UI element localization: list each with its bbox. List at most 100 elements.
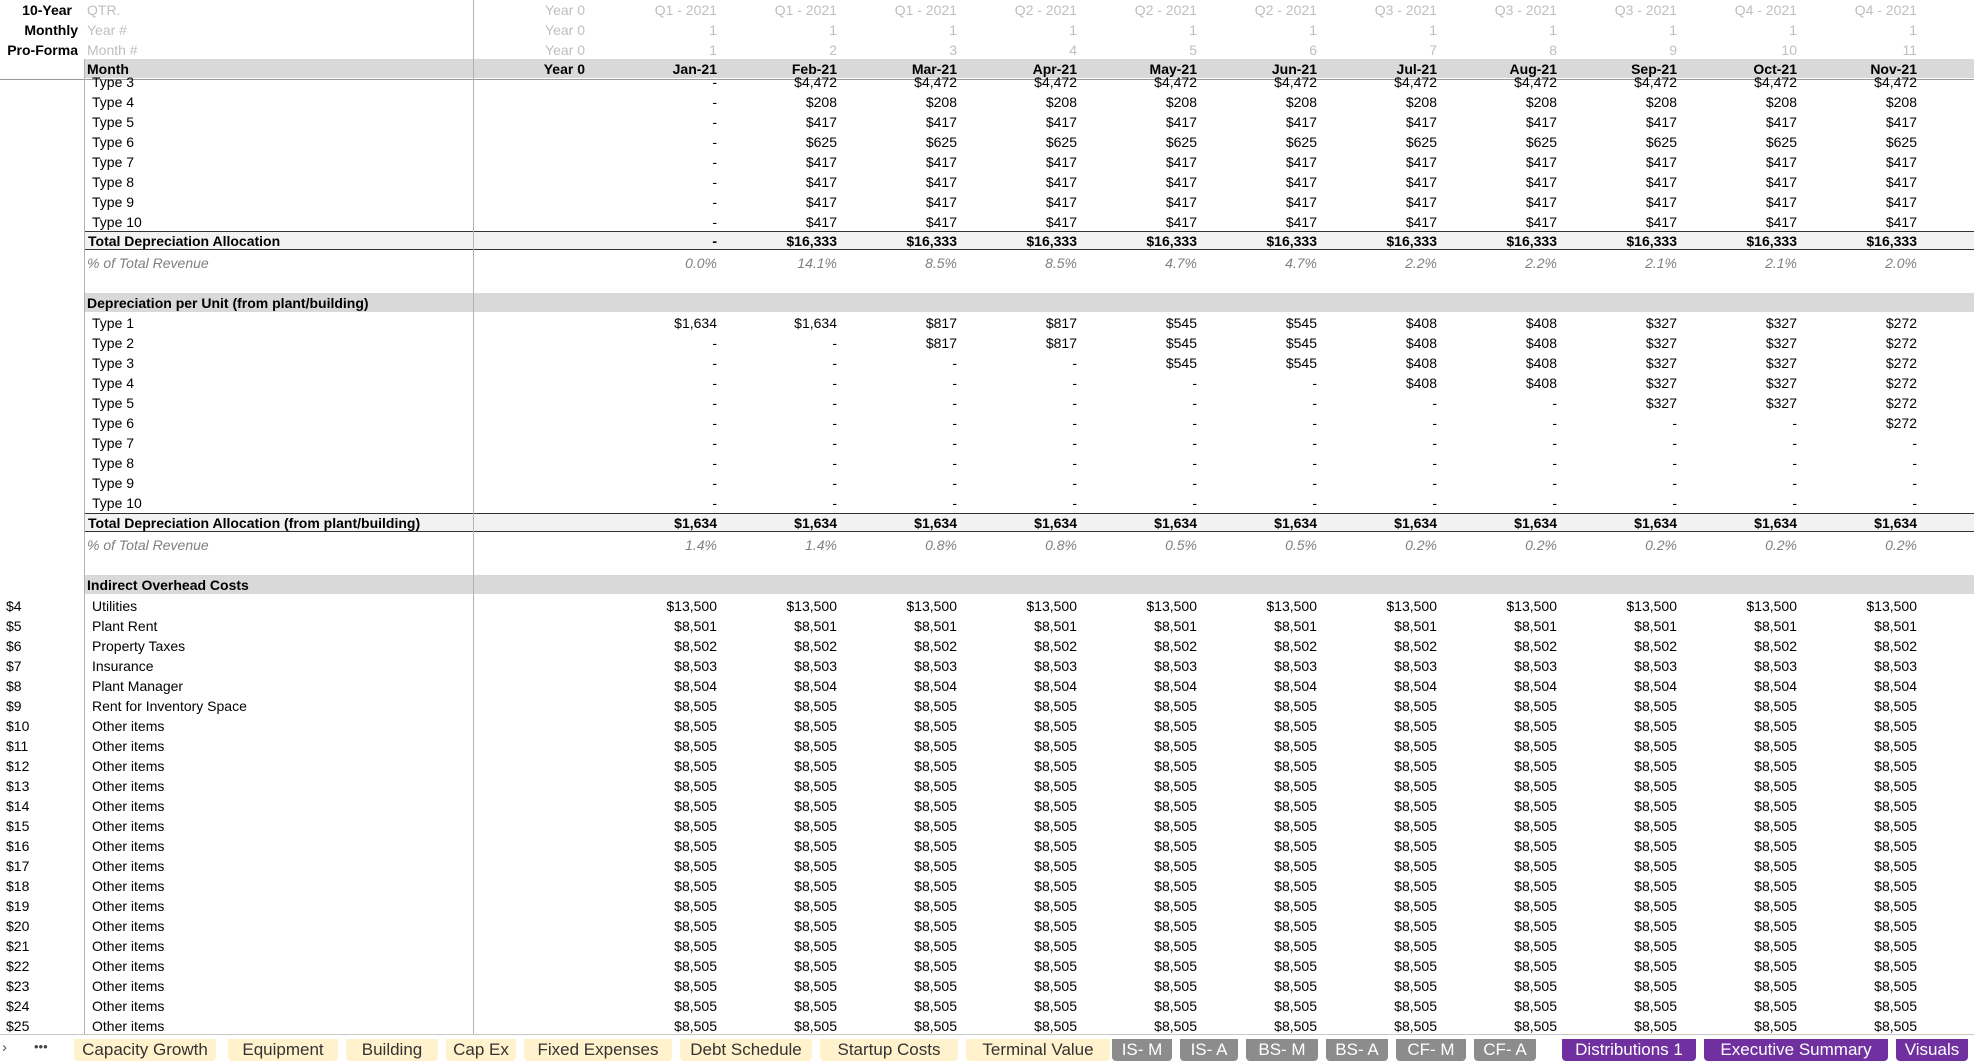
row-value-cell[interactable]: - <box>727 373 837 393</box>
row-value-cell[interactable]: - <box>847 433 957 453</box>
row-value-cell[interactable]: $8,505 <box>847 836 957 856</box>
pct-value-cell[interactable]: 2.0% <box>1807 253 1917 273</box>
row-key[interactable]: $24 <box>6 996 76 1016</box>
row-value-cell[interactable]: $8,505 <box>727 896 837 916</box>
row-label[interactable]: Other items <box>92 976 492 996</box>
row-value-cell[interactable]: $13,500 <box>967 596 1077 616</box>
row-label[interactable]: Type 5 <box>92 112 492 132</box>
row-value-cell[interactable]: $272 <box>1807 333 1917 353</box>
row-value-cell[interactable]: $625 <box>1087 132 1197 152</box>
row-value-cell[interactable]: $8,505 <box>967 936 1077 956</box>
header-value-cell[interactable]: Year 0 <box>475 20 585 40</box>
row-value-cell[interactable]: $417 <box>1567 212 1677 232</box>
row-value-cell[interactable]: $408 <box>1327 333 1437 353</box>
row-value-cell[interactable]: $8,505 <box>1807 876 1917 896</box>
row-value-cell[interactable]: $417 <box>1087 172 1197 192</box>
row-value-cell[interactable]: $4,472 <box>1087 72 1197 92</box>
sheet-tab[interactable]: Building <box>346 1039 438 1061</box>
header-value-cell[interactable]: Year 0 <box>475 0 585 20</box>
row-value-cell[interactable]: $8,505 <box>727 736 837 756</box>
row-value-cell[interactable]: $8,502 <box>1807 636 1917 656</box>
row-value-cell[interactable]: $8,505 <box>727 916 837 936</box>
row-value-cell[interactable]: $8,505 <box>1087 696 1197 716</box>
pct-value-cell[interactable]: 0.5% <box>1207 535 1317 555</box>
row-value-cell[interactable]: $8,504 <box>1447 676 1557 696</box>
row-key[interactable]: $13 <box>6 776 76 796</box>
total-value-cell[interactable]: $16,333 <box>1687 231 1797 251</box>
total-value-cell[interactable]: $1,634 <box>1567 513 1677 533</box>
row-value-cell[interactable]: $8,505 <box>1207 736 1317 756</box>
row-value-cell[interactable]: - <box>1567 473 1677 493</box>
row-value-cell[interactable]: $8,505 <box>1207 916 1317 936</box>
row-value-cell[interactable]: $8,505 <box>1807 716 1917 736</box>
row-value-cell[interactable]: - <box>847 373 957 393</box>
row-value-cell[interactable]: - <box>607 453 717 473</box>
row-value-cell[interactable]: $8,505 <box>607 736 717 756</box>
row-value-cell[interactable]: $8,505 <box>847 816 957 836</box>
row-value-cell[interactable]: $545 <box>1207 333 1317 353</box>
row-value-cell[interactable]: $8,505 <box>847 896 957 916</box>
section-title[interactable]: Indirect Overhead Costs <box>87 575 587 595</box>
pct-value-cell[interactable]: 2.2% <box>1327 253 1437 273</box>
sheet-tab[interactable]: BS- A <box>1326 1039 1388 1061</box>
row-label[interactable]: Type 5 <box>92 393 492 413</box>
sheet-tab[interactable]: CF- M <box>1396 1039 1466 1061</box>
row-value-cell[interactable]: $8,505 <box>1207 956 1317 976</box>
row-value-cell[interactable]: - <box>847 393 957 413</box>
row-value-cell[interactable]: $13,500 <box>1447 596 1557 616</box>
row-value-cell[interactable]: $8,505 <box>967 836 1077 856</box>
pct-label[interactable]: % of Total Revenue <box>87 253 487 273</box>
row-value-cell[interactable]: $417 <box>727 192 837 212</box>
pct-value-cell[interactable] <box>475 535 585 555</box>
pct-value-cell[interactable]: 0.8% <box>847 535 957 555</box>
row-value-cell[interactable]: $8,505 <box>727 856 837 876</box>
row-value-cell[interactable]: $8,505 <box>1087 876 1197 896</box>
total-value-cell[interactable] <box>475 513 585 533</box>
row-value-cell[interactable]: $8,503 <box>1207 656 1317 676</box>
row-value-cell[interactable]: $8,504 <box>727 676 837 696</box>
row-value-cell[interactable] <box>475 72 585 92</box>
row-value-cell[interactable]: $8,505 <box>1687 756 1797 776</box>
sheet-tab[interactable]: Visuals <box>1896 1039 1968 1061</box>
row-value-cell[interactable]: - <box>967 493 1077 513</box>
row-value-cell[interactable]: $8,503 <box>1807 656 1917 676</box>
row-value-cell[interactable]: $545 <box>1087 313 1197 333</box>
row-value-cell[interactable]: $8,505 <box>1087 996 1197 1016</box>
row-value-cell[interactable]: $8,505 <box>727 996 837 1016</box>
row-value-cell[interactable]: $272 <box>1807 393 1917 413</box>
row-value-cell[interactable]: $8,501 <box>1567 616 1677 636</box>
row-value-cell[interactable]: $8,505 <box>1447 896 1557 916</box>
row-value-cell[interactable]: $8,505 <box>1087 796 1197 816</box>
row-value-cell[interactable]: $625 <box>1447 132 1557 152</box>
row-value-cell[interactable]: $417 <box>1447 152 1557 172</box>
row-value-cell[interactable]: $208 <box>1087 92 1197 112</box>
total-value-cell[interactable]: - <box>607 231 717 251</box>
row-value-cell[interactable]: - <box>847 473 957 493</box>
row-value-cell[interactable]: $417 <box>1687 152 1797 172</box>
row-value-cell[interactable]: $4,472 <box>847 72 957 92</box>
pct-value-cell[interactable]: 8.5% <box>847 253 957 273</box>
row-label[interactable]: Other items <box>92 776 492 796</box>
row-value-cell[interactable]: $417 <box>1687 172 1797 192</box>
row-value-cell[interactable]: $417 <box>1807 192 1917 212</box>
row-value-cell[interactable]: $8,505 <box>1567 936 1677 956</box>
row-value-cell[interactable]: - <box>607 92 717 112</box>
row-value-cell[interactable]: $272 <box>1807 373 1917 393</box>
row-value-cell[interactable]: $8,505 <box>1327 836 1437 856</box>
row-value-cell[interactable] <box>475 373 585 393</box>
row-key[interactable]: $10 <box>6 716 76 736</box>
row-value-cell[interactable]: $8,501 <box>1687 616 1797 636</box>
row-key[interactable]: $12 <box>6 756 76 776</box>
row-value-cell[interactable]: $8,505 <box>1327 716 1437 736</box>
row-value-cell[interactable]: $417 <box>1567 112 1677 132</box>
row-value-cell[interactable]: - <box>607 112 717 132</box>
row-value-cell[interactable]: $8,505 <box>1567 956 1677 976</box>
row-value-cell[interactable]: $8,505 <box>1447 876 1557 896</box>
row-value-cell[interactable]: $417 <box>1807 212 1917 232</box>
pct-value-cell[interactable]: 0.8% <box>967 535 1077 555</box>
row-value-cell[interactable]: $8,505 <box>847 776 957 796</box>
header-value-cell[interactable]: 1 <box>607 40 717 60</box>
sheet-tab[interactable]: IS- A <box>1180 1039 1238 1061</box>
row-value-cell[interactable]: $545 <box>1087 353 1197 373</box>
row-value-cell[interactable]: $8,505 <box>1327 696 1437 716</box>
